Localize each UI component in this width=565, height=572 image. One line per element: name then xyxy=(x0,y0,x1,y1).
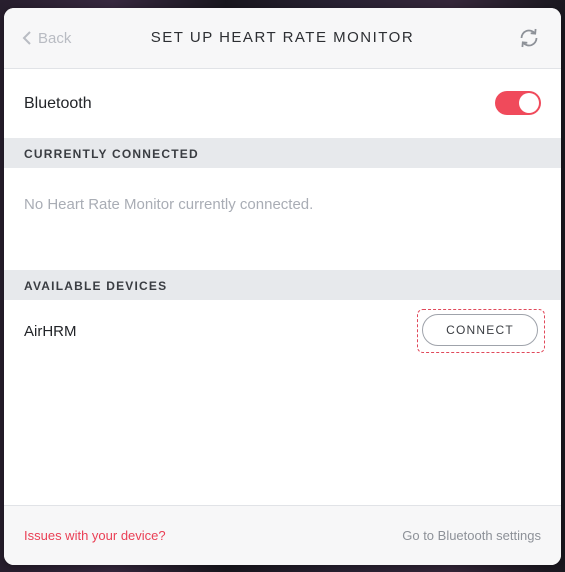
issues-link[interactable]: Issues with your device? xyxy=(24,528,166,543)
modal-header: Back SET UP HEART RATE MONITOR xyxy=(4,8,561,69)
refresh-icon xyxy=(520,28,538,48)
device-name: AirHRM xyxy=(24,323,77,340)
available-devices-header: AVAILABLE DEVICES xyxy=(4,270,561,300)
device-row: AirHRM CONNECT xyxy=(4,301,561,361)
heart-rate-setup-modal: Back SET UP HEART RATE MONITOR Bluetooth… xyxy=(4,8,561,565)
page-title: SET UP HEART RATE MONITOR xyxy=(150,29,415,46)
available-devices-title: AVAILABLE DEVICES xyxy=(24,279,168,293)
toggle-knob xyxy=(519,93,539,113)
currently-connected-title: CURRENTLY CONNECTED xyxy=(24,147,199,161)
refresh-button[interactable] xyxy=(517,26,541,50)
connect-focus-outline: CONNECT xyxy=(417,309,545,353)
modal-footer: Issues with your device? Go to Bluetooth… xyxy=(4,505,561,565)
bluetooth-toggle[interactable] xyxy=(495,91,541,115)
bluetooth-label: Bluetooth xyxy=(24,95,92,112)
no-device-message: No Heart Rate Monitor currently connecte… xyxy=(24,196,314,213)
bluetooth-row: Bluetooth xyxy=(4,69,561,138)
bluetooth-settings-link[interactable]: Go to Bluetooth settings xyxy=(402,528,541,543)
currently-connected-header: CURRENTLY CONNECTED xyxy=(4,138,561,168)
connect-button[interactable]: CONNECT xyxy=(422,314,538,346)
